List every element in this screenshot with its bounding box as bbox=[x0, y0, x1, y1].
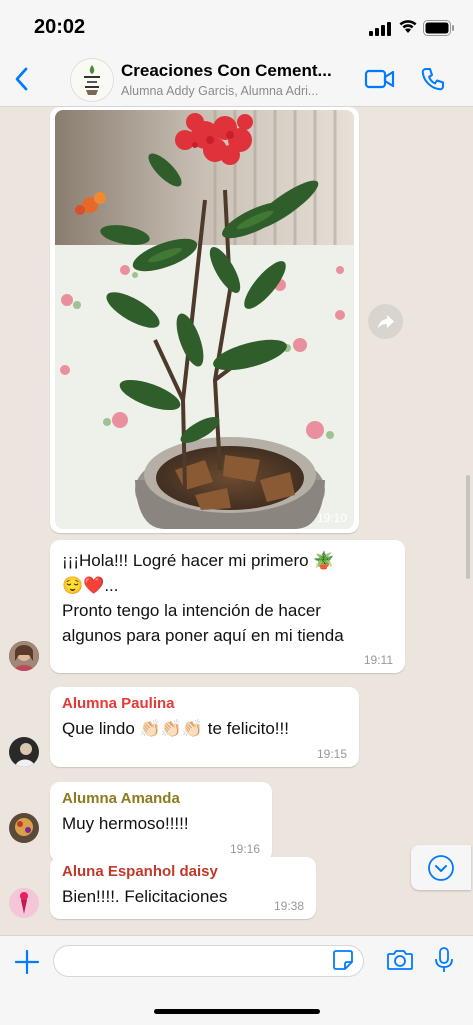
sticker-icon[interactable] bbox=[332, 949, 354, 971]
wifi-icon bbox=[399, 20, 417, 33]
avatar-photo bbox=[9, 813, 39, 843]
sender-name[interactable]: Alumna Amanda bbox=[62, 790, 260, 808]
home-indicator bbox=[154, 1009, 320, 1014]
message-text: Muy hermoso!!!!! bbox=[62, 814, 189, 833]
message-time: 19:15 bbox=[316, 747, 347, 761]
sender-name[interactable]: Aluna Espanhol daisy bbox=[62, 863, 304, 881]
forward-arrow-icon bbox=[377, 314, 394, 329]
avatar-photo bbox=[9, 641, 39, 671]
message-time: 19:38 bbox=[273, 899, 304, 913]
group-name[interactable]: Creaciones Con Cement... bbox=[121, 61, 351, 81]
group-avatar[interactable] bbox=[70, 58, 114, 102]
signal-icon bbox=[369, 22, 391, 36]
scrollbar[interactable] bbox=[466, 475, 470, 579]
chat-header: Creaciones Con Cement... Alumna Addy Gar… bbox=[0, 54, 473, 107]
message-time: 19:11 bbox=[363, 653, 393, 667]
message-bubble[interactable]: ¡¡¡Hola!!! Logré hacer mi primero 🪴 😌❤️.… bbox=[50, 540, 405, 673]
message-bubble[interactable]: Aluna Espanhol daisy Bien!!!!. Felicitac… bbox=[50, 857, 316, 919]
video-call-icon[interactable] bbox=[364, 67, 396, 91]
back-arrow-icon[interactable] bbox=[10, 64, 34, 94]
forward-button[interactable] bbox=[368, 304, 403, 339]
battery-icon bbox=[423, 20, 454, 36]
message-input[interactable] bbox=[53, 945, 364, 977]
chat-area[interactable]: 19:10 ¡¡¡Hola!!! Logré hacer mi primero … bbox=[0, 107, 473, 935]
sender-name[interactable]: Alumna Paulina bbox=[62, 695, 347, 713]
group-participants[interactable]: Alumna Addy Garcis, Alumna Adri... bbox=[121, 84, 353, 98]
message-bubble[interactable]: Alumna Amanda Muy hermoso!!!!! 19:16 bbox=[50, 782, 272, 862]
group-logo-icon bbox=[71, 59, 113, 101]
message-line: 😌❤️... bbox=[62, 576, 119, 595]
sender-avatar[interactable] bbox=[9, 737, 39, 767]
avatar-photo bbox=[9, 888, 39, 918]
microphone-icon[interactable] bbox=[434, 946, 454, 974]
plant-photo[interactable] bbox=[55, 110, 354, 529]
message-time: 19:16 bbox=[229, 842, 260, 856]
phone-call-icon[interactable] bbox=[420, 66, 446, 92]
plus-icon[interactable] bbox=[14, 949, 40, 975]
sender-avatar[interactable] bbox=[9, 813, 39, 843]
message-line: ¡¡¡Hola!!! Logré hacer mi primero 🪴 bbox=[62, 551, 335, 570]
scroll-to-bottom-button[interactable] bbox=[411, 845, 471, 890]
sender-avatar[interactable] bbox=[9, 888, 39, 918]
message-line: algunos para poner aquí en mi tienda bbox=[62, 626, 344, 645]
image-message-bubble[interactable]: 19:10 bbox=[50, 107, 359, 533]
message-text: Que lindo 👏🏻👏🏻👏🏻 te felicito!!! bbox=[62, 719, 289, 738]
message-bubble[interactable]: Alumna Paulina Que lindo 👏🏻👏🏻👏🏻 te felic… bbox=[50, 687, 359, 767]
camera-icon[interactable] bbox=[386, 948, 414, 972]
message-time: 19:10 bbox=[316, 511, 347, 525]
message-line: Pronto tengo la intención de hacer bbox=[62, 601, 321, 620]
status-bar: 20:02 bbox=[0, 0, 473, 54]
status-time: 20:02 bbox=[34, 16, 86, 38]
chevron-down-icon bbox=[428, 854, 454, 881]
message-text: Bien!!!!. Felicitaciones bbox=[62, 887, 228, 906]
avatar-photo bbox=[9, 737, 39, 767]
sender-avatar[interactable] bbox=[9, 641, 39, 671]
